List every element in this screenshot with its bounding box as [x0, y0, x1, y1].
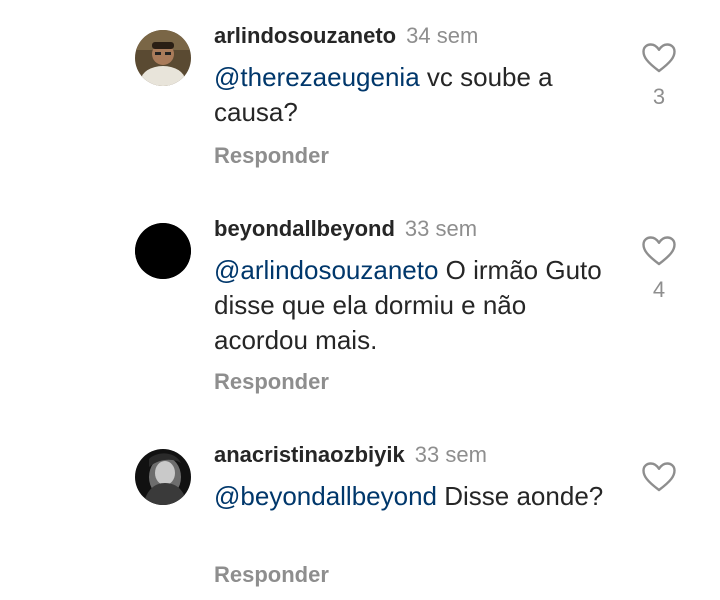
avatar[interactable]: [135, 223, 191, 279]
like-control: [640, 462, 678, 502]
comment-time: 33 sem: [414, 442, 487, 467]
reply-button[interactable]: Responder: [214, 142, 329, 170]
comment-text: @arlindosouzaneto O irmão Guto disse que…: [214, 253, 624, 358]
reply-button[interactable]: Responder: [214, 561, 329, 589]
comment-item: anacristinaozbiyik 33 sem @beyondallbeyon…: [0, 420, 720, 600]
like-count: 4: [652, 277, 666, 302]
comment-time: 33 sem: [404, 216, 478, 241]
comment-username[interactable]: arlindosouzaneto: [214, 23, 396, 48]
heart-outline-icon[interactable]: [640, 462, 678, 492]
comment-list: arlindosouzaneto 34 sem @therezaeugenia v…: [0, 0, 720, 600]
comment-mention[interactable]: @therezaeugenia: [214, 62, 420, 92]
like-control: 3: [640, 43, 678, 111]
comment-text: @beyondallbeyond Disse aonde?: [214, 479, 624, 514]
comment-body: Disse aonde?: [437, 481, 604, 511]
avatar[interactable]: [135, 449, 191, 505]
comment-mention[interactable]: @beyondallbeyond: [214, 481, 437, 511]
comment-text: @therezaeugenia vc soube a causa?: [214, 60, 624, 130]
like-control: 4: [640, 236, 678, 304]
reply-button[interactable]: Responder: [214, 368, 329, 396]
like-count: 3: [652, 84, 666, 109]
comment-username[interactable]: anacristinaozbiyik: [214, 442, 405, 467]
comment-time: 34 sem: [406, 23, 479, 48]
avatar[interactable]: [135, 30, 191, 86]
comment-item: beyondallbeyond 33 sem @arlindosouzaneto …: [0, 200, 720, 410]
comment-mention[interactable]: @arlindosouzaneto: [214, 255, 438, 285]
comment-username[interactable]: beyondallbeyond: [214, 216, 395, 241]
comment-item: arlindosouzaneto 34 sem @therezaeugenia v…: [0, 0, 720, 190]
heart-outline-icon[interactable]: [640, 236, 678, 266]
heart-outline-icon[interactable]: [640, 43, 678, 73]
